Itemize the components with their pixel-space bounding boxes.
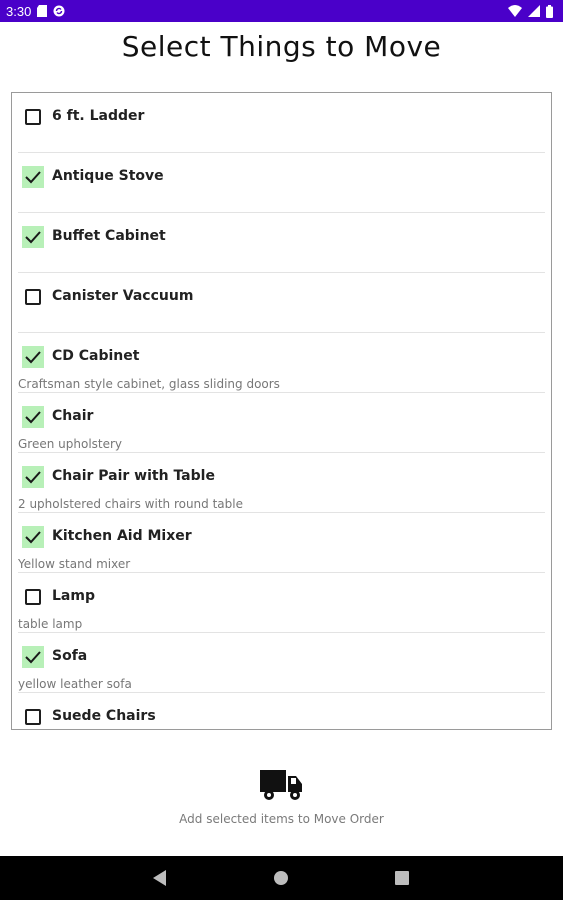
list-item[interactable]: Suede Chairs [18,693,545,729]
item-description: Craftsman style cabinet, glass sliding d… [18,377,280,391]
item-description: table lamp [18,617,83,631]
item-name: Sofa [52,648,88,664]
check-icon [25,351,41,364]
item-description: Green upholstery [18,437,123,451]
list-item[interactable]: Canister Vaccuum [18,273,545,333]
item-name: Canister Vaccuum [52,288,194,304]
list-item[interactable]: Kitchen Aid Mixer Yellow stand mixer [18,513,545,573]
status-time: 3:30 [6,3,32,19]
check-icon [25,471,41,484]
navigation-bar [0,856,563,900]
battery-icon [546,4,553,18]
item-name: Buffet Cabinet [52,228,166,244]
list-item[interactable]: Sofa yellow leather sofa [18,633,545,693]
item-name: Kitchen Aid Mixer [52,528,192,544]
status-left: 3:30 [6,4,65,19]
list-item[interactable]: Chair Pair with Table 2 upholstered chair… [18,453,545,513]
checkbox-checked[interactable] [22,646,44,668]
item-name: 6 ft. Ladder [52,108,145,124]
status-right [508,4,553,18]
home-icon[interactable] [272,869,290,887]
checkbox-unchecked[interactable] [25,289,41,305]
add-to-move-order-button[interactable]: Add selected items to Move Order [0,766,563,836]
back-icon[interactable] [151,869,169,887]
check-icon [25,411,41,424]
item-description: 2 upholstered chairs with round table [18,497,243,511]
item-name: Chair Pair with Table [52,468,215,484]
checkbox-checked[interactable] [22,526,44,548]
checkbox-checked[interactable] [22,226,44,248]
item-name: CD Cabinet [52,348,140,364]
truck-icon[interactable] [259,766,304,802]
page-title: Select Things to Move [121,30,442,63]
checkbox-checked[interactable] [22,166,44,188]
check-icon [25,231,41,244]
item-description: yellow leather sofa [18,677,132,691]
list-item[interactable]: 6 ft. Ladder [18,93,545,153]
checkbox-unchecked[interactable] [25,589,41,605]
item-name: Suede Chairs [52,708,156,724]
checkbox-checked[interactable] [22,466,44,488]
item-description: Yellow stand mixer [18,557,131,571]
items-list[interactable]: 6 ft. Ladder Antique Stove Buffet Cabinet C… [11,92,552,730]
check-icon [25,531,41,544]
move-order-label[interactable]: Add selected items to Move Order [179,812,384,826]
checkbox-checked[interactable] [22,346,44,368]
recents-icon[interactable] [393,869,411,887]
check-icon [25,171,41,184]
list-item[interactable]: Lamp table lamp [18,573,545,633]
check-icon [25,651,41,664]
sync-icon [53,5,65,17]
list-item[interactable]: Buffet Cabinet [18,213,545,273]
item-name: Lamp [52,588,95,604]
checkbox-checked[interactable] [22,406,44,428]
list-item[interactable]: Chair Green upholstery [18,393,545,453]
status-bar: 3:30 [0,0,563,22]
list-item[interactable]: CD Cabinet Craftsman style cabinet, glass… [18,333,545,393]
item-name: Antique Stove [52,168,164,184]
sd-card-icon [37,5,48,17]
list-item[interactable]: Antique Stove [18,153,545,213]
signal-icon [528,5,540,17]
checkbox-unchecked[interactable] [25,709,41,725]
item-name: Chair [52,408,94,424]
checkbox-unchecked[interactable] [25,109,41,125]
wifi-icon [508,5,522,17]
